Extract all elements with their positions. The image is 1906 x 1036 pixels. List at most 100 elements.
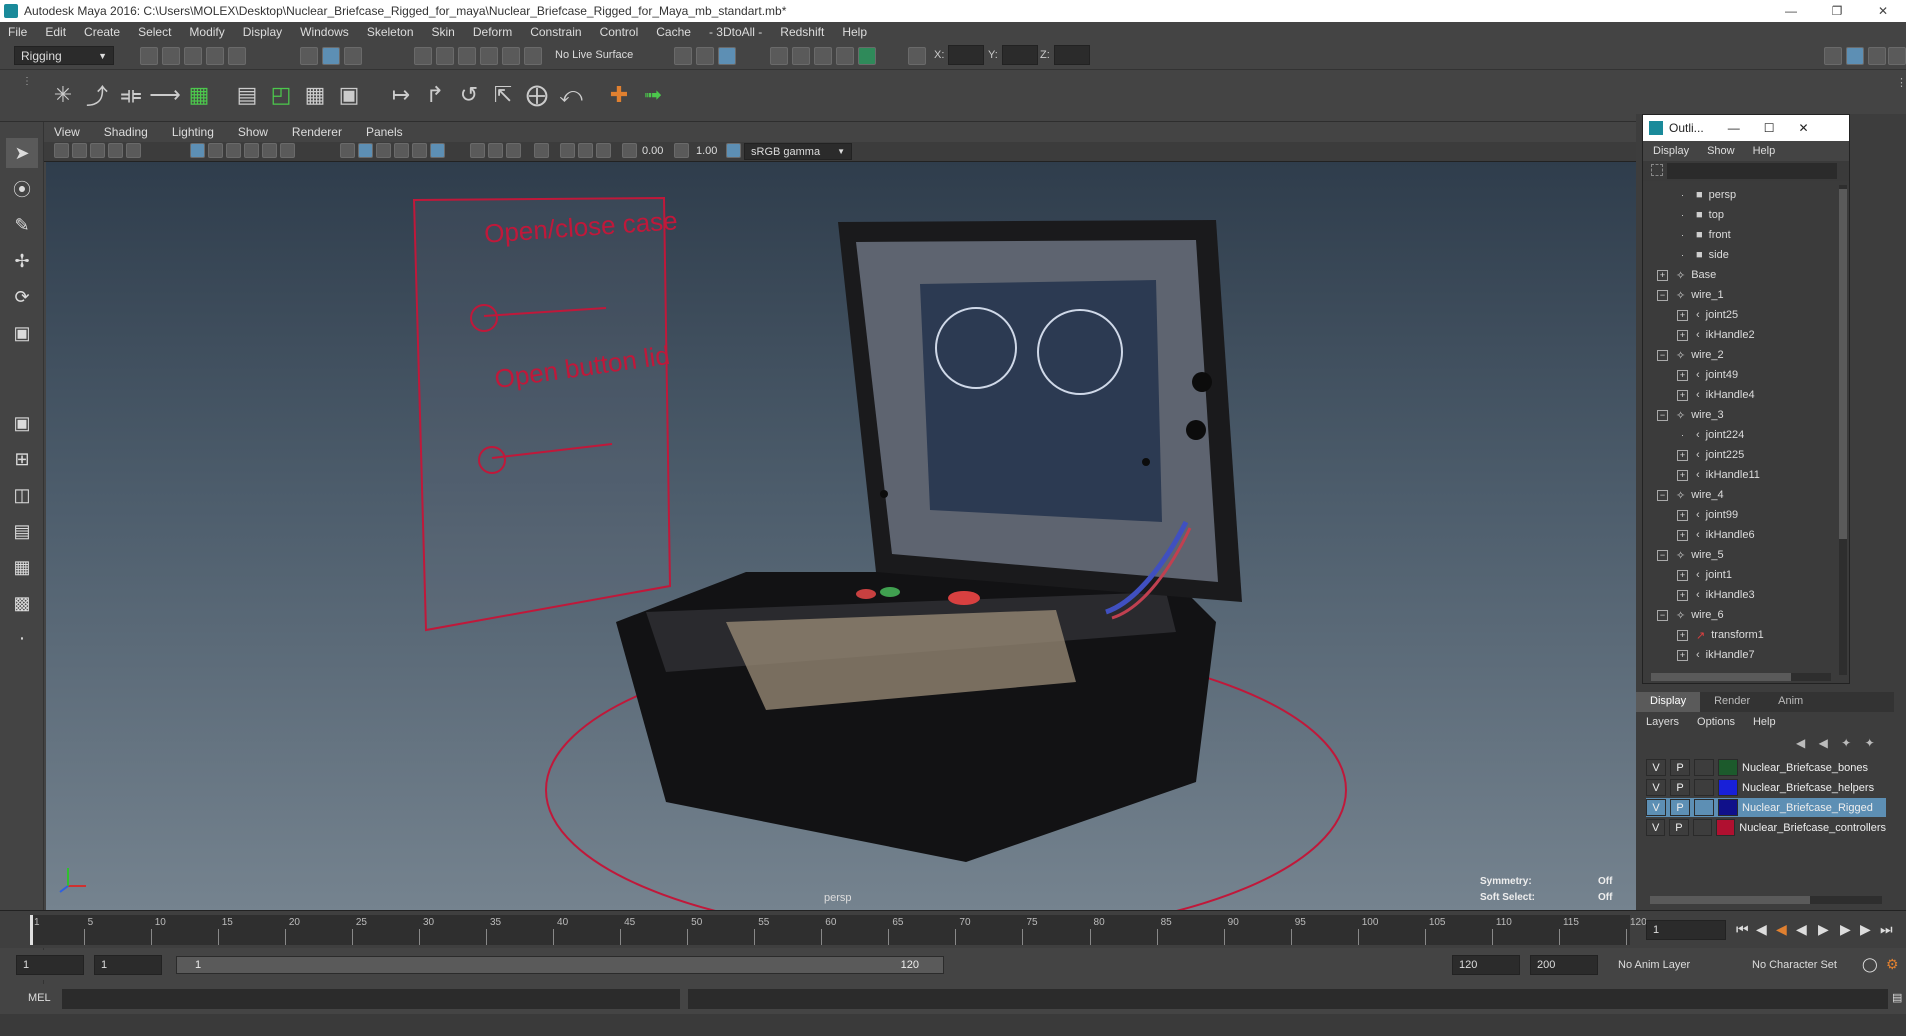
- cluster-icon[interactable]: ▣: [332, 78, 366, 112]
- mirror-joint-icon[interactable]: ⟚: [114, 78, 148, 112]
- outliner-item[interactable]: − ✧ wire_6: [1643, 605, 1833, 625]
- menu-file[interactable]: File: [8, 25, 27, 39]
- move-layer-up-icon[interactable]: ◀: [1796, 736, 1805, 750]
- outliner-item[interactable]: · ■ persp: [1643, 185, 1833, 205]
- outliner-item[interactable]: · ■ side: [1643, 245, 1833, 265]
- select-object-icon[interactable]: [322, 47, 340, 65]
- new-scene-icon[interactable]: [140, 47, 158, 65]
- layer-type-toggle[interactable]: [1694, 799, 1714, 816]
- layer-hscroll[interactable]: [1650, 896, 1882, 904]
- ik-handle-icon[interactable]: ▦: [182, 78, 216, 112]
- layer-color-swatch[interactable]: [1718, 799, 1738, 816]
- outliner-item[interactable]: + ✧ Base: [1643, 265, 1833, 285]
- outliner-scrollbar[interactable]: [1839, 185, 1847, 675]
- layer-playback-toggle[interactable]: P: [1669, 819, 1689, 836]
- layer-visibility-toggle[interactable]: V: [1646, 779, 1666, 796]
- hypershade-icon[interactable]: [836, 47, 854, 65]
- filter-icon[interactable]: [1651, 164, 1663, 176]
- render-frame-icon[interactable]: [770, 47, 788, 65]
- rotate-tool-icon[interactable]: ⟳: [6, 282, 38, 312]
- expand-icon[interactable]: +: [1677, 309, 1688, 321]
- collapse-icon[interactable]: −: [1657, 609, 1668, 621]
- layer-row[interactable]: V P Nuclear_Briefcase_helpers: [1646, 778, 1886, 797]
- anim-layer-label[interactable]: No Anim Layer: [1618, 959, 1690, 971]
- orient-joint-icon[interactable]: ⟶: [148, 78, 182, 112]
- new-layer-selected-icon[interactable]: ✦: [1865, 736, 1875, 750]
- step-forward-icon[interactable]: ▶: [1860, 921, 1871, 938]
- render-view-icon[interactable]: [814, 47, 832, 65]
- vp-menu-panels[interactable]: Panels: [366, 125, 403, 139]
- snap-curve-icon[interactable]: [436, 47, 454, 65]
- handle-icon[interactable]: ➟: [636, 78, 670, 112]
- snap-surface-icon[interactable]: [502, 47, 520, 65]
- shelf-scroll-icon[interactable]: ⋮: [1896, 76, 1906, 89]
- locator-icon[interactable]: ✚: [602, 78, 636, 112]
- outliner-item[interactable]: + ↗ transform1: [1643, 625, 1833, 645]
- outliner-item[interactable]: · ‹ joint224: [1643, 425, 1833, 445]
- layer-menu-help[interactable]: Help: [1753, 716, 1776, 728]
- xray-icon[interactable]: [560, 143, 575, 158]
- layer-color-swatch[interactable]: [1718, 759, 1738, 776]
- hypershade-layout-icon[interactable]: ▩: [6, 588, 38, 618]
- xray-joints-icon[interactable]: [578, 143, 593, 158]
- persp-outliner-icon[interactable]: ▤: [6, 516, 38, 546]
- menu-display[interactable]: Display: [243, 25, 282, 39]
- select-tool-icon[interactable]: ➤: [6, 138, 38, 168]
- outliner-item[interactable]: − ✧ wire_5: [1643, 545, 1833, 565]
- outliner-item[interactable]: · ■ front: [1643, 225, 1833, 245]
- layer-playback-toggle[interactable]: P: [1670, 779, 1690, 796]
- menu-windows[interactable]: Windows: [300, 25, 349, 39]
- scale-tool-icon[interactable]: ▣: [6, 318, 38, 348]
- single-view-icon[interactable]: ▣: [6, 408, 38, 438]
- select-hierarchy-icon[interactable]: [300, 47, 318, 65]
- y-field[interactable]: [1002, 45, 1038, 65]
- vp-menu-show[interactable]: Show: [238, 125, 268, 139]
- exposure-value[interactable]: 0.00: [642, 145, 663, 157]
- outliner-item[interactable]: + ‹ ikHandle6: [1643, 525, 1833, 545]
- gate-mask-icon[interactable]: [244, 143, 259, 158]
- ambient-occlusion-icon[interactable]: [470, 143, 485, 158]
- paint-select-icon[interactable]: ✎: [6, 210, 38, 240]
- transform-mode-icon[interactable]: [908, 47, 926, 65]
- collapse-icon[interactable]: −: [1657, 549, 1668, 561]
- expand-icon[interactable]: ·: [1677, 430, 1688, 441]
- menu-redshift[interactable]: Redshift: [780, 25, 824, 39]
- bookmark-icon[interactable]: [90, 143, 105, 158]
- camera-select-icon[interactable]: [54, 143, 69, 158]
- snap-view-icon[interactable]: [480, 47, 498, 65]
- outliner-menu-help[interactable]: Help: [1753, 145, 1776, 157]
- menu-skin[interactable]: Skin: [432, 25, 455, 39]
- tab-anim[interactable]: Anim: [1764, 692, 1817, 712]
- parent-constraint-icon[interactable]: ⨁: [520, 78, 554, 112]
- outliner-hscroll[interactable]: [1651, 673, 1831, 681]
- layer-type-toggle[interactable]: [1692, 819, 1712, 836]
- scale-constraint-icon[interactable]: ⇱: [486, 78, 520, 112]
- outliner-item[interactable]: + ‹ joint99: [1643, 505, 1833, 525]
- outliner-item[interactable]: + ‹ joint1: [1643, 565, 1833, 585]
- film-gate-icon[interactable]: [208, 143, 223, 158]
- snap-grid-icon[interactable]: [414, 47, 432, 65]
- current-time-marker[interactable]: [30, 915, 33, 945]
- motion-blur-icon[interactable]: [488, 143, 503, 158]
- layer-row[interactable]: V P Nuclear_Briefcase_controllers: [1646, 818, 1886, 837]
- resolution-gate-icon[interactable]: [226, 143, 241, 158]
- expand-icon[interactable]: +: [1677, 329, 1688, 341]
- layer-visibility-toggle[interactable]: V: [1646, 759, 1666, 776]
- create-joints-icon[interactable]: ✳: [46, 78, 80, 112]
- layer-visibility-toggle[interactable]: V: [1646, 799, 1666, 816]
- move-layer-down-icon[interactable]: ◀: [1819, 736, 1828, 750]
- step-forward-key-icon[interactable]: ▶: [1840, 921, 1851, 938]
- safe-action-icon[interactable]: [280, 143, 295, 158]
- z-field[interactable]: [1054, 45, 1090, 65]
- menu-select[interactable]: Select: [138, 25, 171, 39]
- x-field[interactable]: [948, 45, 984, 65]
- timeline-ruler[interactable]: 1 5 10 15 20 25 30 35 40 45 50 55 60 65 70 75 80 85 90 95 10…: [30, 915, 1647, 945]
- outliner-item[interactable]: + ‹ ikHandle11: [1643, 465, 1833, 485]
- auto-key-icon[interactable]: ◯: [1862, 956, 1878, 973]
- redo-icon[interactable]: [228, 47, 246, 65]
- menu-help[interactable]: Help: [842, 25, 867, 39]
- layer-playback-toggle[interactable]: P: [1670, 759, 1690, 776]
- wireframe-icon[interactable]: [340, 143, 355, 158]
- time-slider[interactable]: 1 5 10 15 20 25 30 35 40 45 50 55 60 65 70 75 80 85 90 95 10…: [0, 910, 1906, 948]
- field-chart-icon[interactable]: [262, 143, 277, 158]
